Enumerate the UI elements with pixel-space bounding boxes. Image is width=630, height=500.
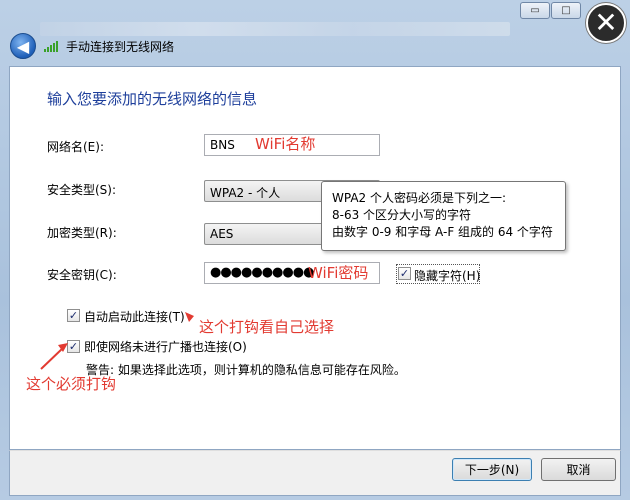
arrow-icon — [185, 312, 194, 322]
next-button[interactable]: 下一步(N) — [452, 458, 532, 481]
cancel-button[interactable]: 取消 — [541, 458, 616, 481]
arrow-line — [40, 346, 65, 370]
annotation-arrows — [40, 312, 194, 370]
